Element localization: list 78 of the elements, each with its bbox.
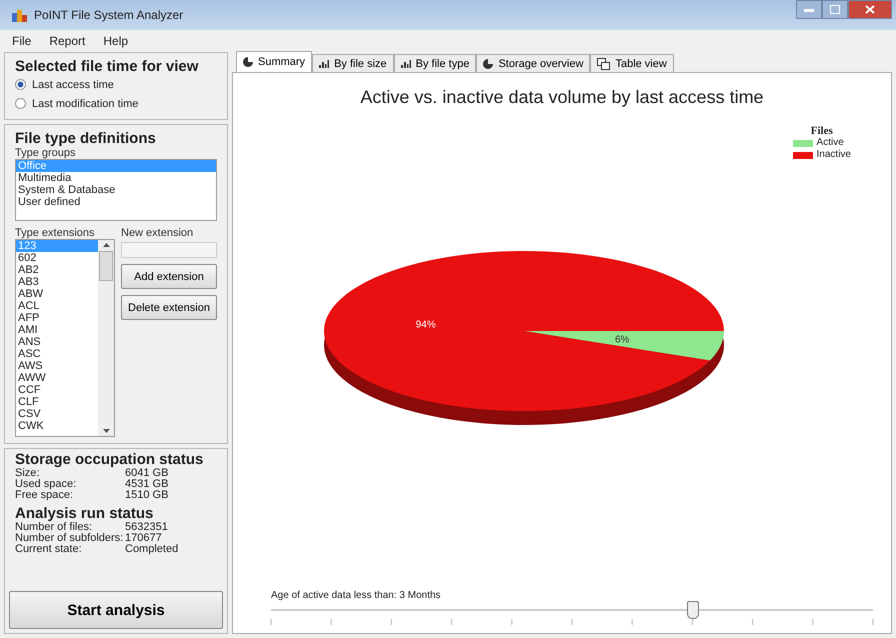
status-value: Completed [125,544,178,555]
status-label: Used space: [15,479,78,490]
radio-option[interactable]: Last access time [15,75,217,94]
minimize-button[interactable] [796,0,822,19]
section-heading: Analysis run status [15,505,154,522]
status-value: 1510 GB [125,490,168,501]
chart-title: Active vs. inactive data volume by last access time [359,87,765,108]
field-label: Type groups [15,147,77,159]
status-value: 4531 GB [125,479,168,490]
new-extension-field[interactable] [121,242,217,258]
window-title: PoINT File System Analyzer [34,8,184,22]
legend-label: Inactive [816,149,851,161]
tab[interactable]: Table view [590,54,674,72]
legend-swatch [792,152,813,158]
extension-button[interactable]: Delete extension [121,295,217,320]
legend-title: Files [810,125,834,137]
close-icon [865,5,875,14]
app-icon [12,8,28,22]
list-item[interactable]: CWK [16,420,98,432]
list-item[interactable]: AMI [16,324,98,336]
list-item[interactable]: CLF [16,396,98,408]
status-label: Number of subfolders: [15,533,124,544]
status-value: 5632351 [125,522,168,533]
list-item[interactable]: ABW [16,288,98,300]
tab[interactable]: By file type [394,54,476,72]
maximize-button[interactable] [822,0,848,19]
list-item[interactable]: AB2 [16,264,98,276]
list-item[interactable]: CSV [16,408,98,420]
pie-chart-icon [243,57,253,67]
legend-swatch [792,140,813,146]
tab[interactable]: Summary [236,51,312,72]
bar-chart-icon [400,60,411,68]
list-item[interactable]: AB3 [16,276,98,288]
menu-item[interactable]: Report [49,34,86,48]
legend-label: Active [816,137,844,149]
slider-label: Age of active data less than: 3 Months [271,590,442,601]
scrollbar[interactable] [98,240,114,436]
status-value: 6041 GB [125,468,168,479]
maximize-icon [830,5,840,14]
start-analysis-button[interactable]: Start analysis [9,591,223,629]
status-value: 170677 [125,533,162,544]
tab[interactable]: By file size [312,54,394,72]
close-button[interactable] [848,0,892,19]
status-label: Current state: [15,544,83,555]
radio-option[interactable]: Last modification time [15,94,217,113]
scroll-thumb[interactable] [99,251,113,281]
status-label: Free space: [15,490,74,501]
scroll-up-icon [102,243,110,247]
bar-chart-icon [319,60,330,68]
list-item[interactable]: CCF [16,384,98,396]
extension-button[interactable]: Add extension [121,264,217,289]
data-label: 94% [416,320,436,330]
list-item[interactable]: AWW [16,372,98,384]
data-label: 6% [615,334,630,346]
panel-heading: Selected file time for view [15,58,200,75]
list-item[interactable]: ACL [16,300,98,312]
tab[interactable]: Storage overview [476,54,590,72]
windows-icon [597,58,610,70]
field-label: Type extensions [15,227,96,239]
list-item[interactable]: ANS [16,336,98,348]
list-item[interactable]: 602 [16,252,98,264]
list-item[interactable]: User defined [16,196,216,208]
menu-item[interactable]: Help [103,34,128,48]
section-heading: Storage occupation status [15,451,204,468]
status-label: Size: [15,468,40,479]
list-item[interactable]: ASC [16,348,98,360]
field-label: New extension [121,227,194,239]
list-item[interactable]: AFP [16,312,98,324]
slider-thumb[interactable] [687,601,700,619]
scroll-down-icon [102,429,110,433]
list-item[interactable]: Multimedia [16,172,216,184]
status-label: Number of files: [15,522,94,533]
minimize-icon [804,8,814,12]
list-item[interactable]: AWS [16,360,98,372]
list-item[interactable]: System & Database [16,184,216,196]
menu-item[interactable]: File [12,34,32,48]
panel-heading: File type definitions [15,130,157,147]
pie-chart-icon [483,58,494,68]
